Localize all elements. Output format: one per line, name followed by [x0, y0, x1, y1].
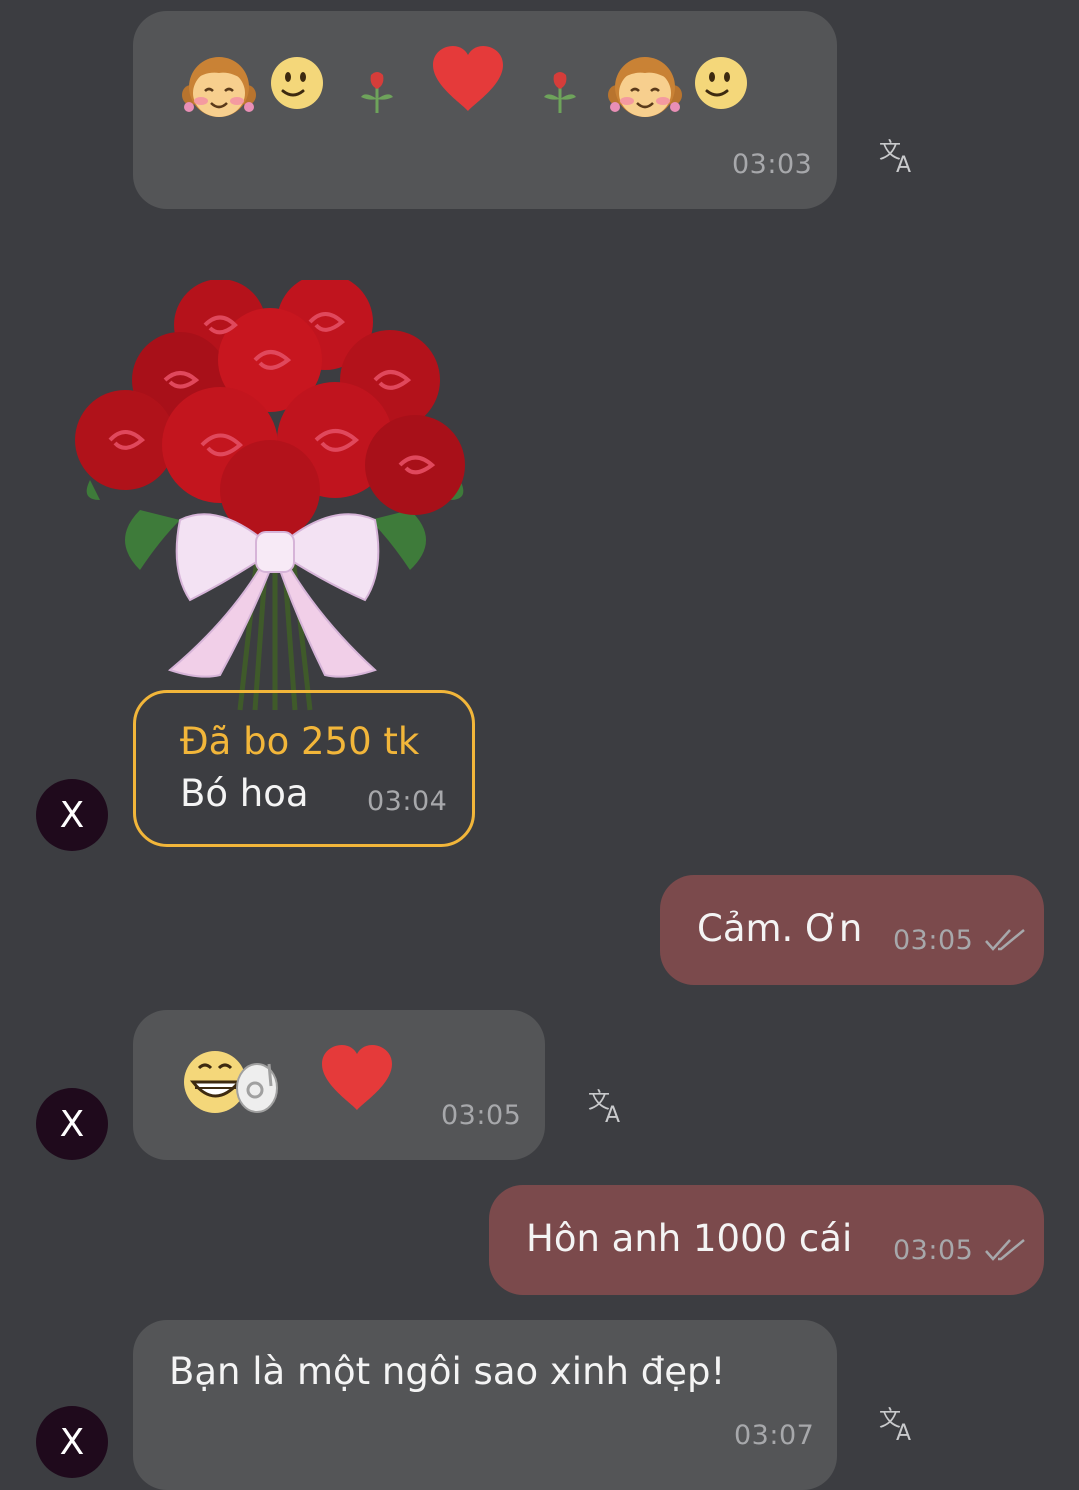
message-time: 03:04 [367, 786, 448, 817]
translate-icon[interactable]: 文 A [587, 1084, 629, 1126]
avatar[interactable]: X [36, 1406, 108, 1478]
double-check-icon [985, 1239, 1025, 1261]
svg-text:A: A [896, 1421, 911, 1444]
message-bubble-emoji-row[interactable]: 03:03 [133, 11, 837, 209]
message-text: Bạn là một ngôi sao xinh đẹp! [169, 1350, 726, 1393]
message-time: 03:05 [893, 1235, 974, 1266]
message-text: Cảm. Ơn [697, 907, 863, 950]
heart-emoji-icon [433, 46, 503, 111]
rose-emoji-icon [544, 72, 576, 113]
message-bubble-incoming[interactable]: Bạn là một ngôi sao xinh đẹp! 03:07 [133, 1320, 837, 1490]
rose-bouquet-image [75, 280, 465, 711]
avatar[interactable]: X [36, 1088, 108, 1160]
message-time: 03:07 [734, 1420, 815, 1451]
message-time: 03:05 [893, 925, 974, 956]
message-bubble-outgoing[interactable]: Cảm. Ơn 03:05 [660, 875, 1044, 985]
message-text: Hôn anh 1000 cái [526, 1217, 853, 1260]
translate-icon[interactable]: 文 A [878, 134, 920, 176]
avatar[interactable]: X [36, 779, 108, 851]
gift-message-card[interactable] [133, 690, 475, 847]
message-bubble-outgoing[interactable]: Hôn anh 1000 cái 03:05 [489, 1185, 1044, 1295]
gift-amount-title: Đã bo 250 tk [180, 720, 420, 763]
slight-smile-emoji-icon [695, 57, 747, 109]
translate-icon[interactable]: 文 A [878, 1402, 920, 1444]
double-check-icon [985, 929, 1025, 951]
girl-emoji-icon [608, 57, 682, 117]
message-time: 03:03 [732, 149, 813, 180]
svg-text:A: A [896, 153, 911, 176]
message-bubble-emoji-row[interactable]: 03:05 [133, 1010, 545, 1160]
rose-emoji-icon [361, 72, 393, 113]
gift-name: Bó hoa [180, 772, 309, 815]
slight-smile-emoji-icon [271, 57, 323, 109]
svg-text:A: A [605, 1103, 620, 1126]
girl-emoji-icon [182, 57, 256, 117]
message-time: 03:05 [441, 1100, 522, 1131]
heart-emoji-icon [322, 1045, 392, 1110]
grin-ok-hand-emoji-icon [184, 1051, 278, 1113]
